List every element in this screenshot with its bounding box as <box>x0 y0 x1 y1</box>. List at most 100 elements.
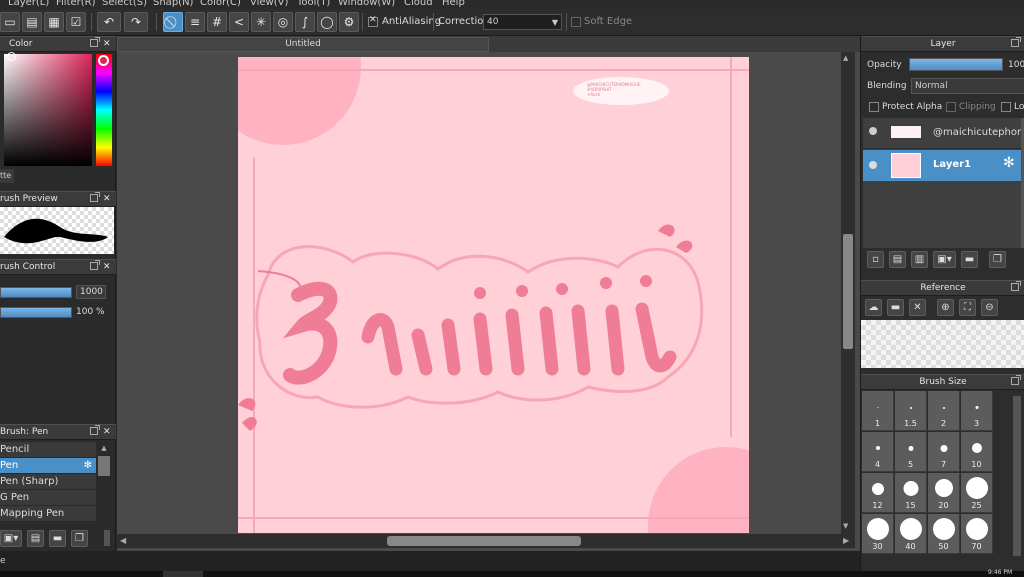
folder-icon[interactable]: ▬ <box>961 251 978 268</box>
menu-color[interactable]: Color(C) <box>200 0 241 8</box>
undo-icon[interactable]: ↶ <box>97 12 121 32</box>
checklist-icon[interactable]: ☑ <box>66 12 86 32</box>
grid-snap-icon[interactable]: # <box>207 12 227 32</box>
new-layer-icon[interactable]: ▫ <box>867 251 884 268</box>
parallel-snap-icon[interactable]: ≡ <box>185 12 205 32</box>
brush-size-value[interactable]: 1000 <box>76 285 106 299</box>
curve-snap-icon[interactable]: ∫ <box>295 12 315 32</box>
brush-item-g-pen[interactable]: G Pen <box>0 490 96 506</box>
layers-icon[interactable]: ▦ <box>44 12 64 32</box>
brush-item-pen-sharp[interactable]: Pen (Sharp) <box>0 474 96 490</box>
duplicate-icon[interactable]: ❐ <box>989 251 1006 268</box>
brush-list-scrollbar[interactable]: ▲ <box>97 442 111 524</box>
brush-size-cell[interactable]: 40 <box>895 514 927 554</box>
brush-item-mapping-pen[interactable]: Mapping Pen <box>0 506 96 522</box>
layer-opacity-slider[interactable] <box>909 58 1003 71</box>
ellipse-snap-icon[interactable]: ◯ <box>317 12 337 32</box>
new-layer-document-icon[interactable]: ▤ <box>889 251 906 268</box>
brush-size-slider[interactable] <box>0 287 72 298</box>
document-tab[interactable]: Untitled <box>117 37 489 52</box>
eye-icon[interactable] <box>869 161 877 169</box>
snap-settings-icon[interactable]: ⚙ <box>339 12 359 32</box>
blending-select[interactable]: Normal <box>911 78 1024 94</box>
scroll-right-icon[interactable]: ▶ <box>843 536 849 545</box>
brush-opacity-slider[interactable] <box>0 307 72 318</box>
gear-icon[interactable]: ✻ <box>84 458 92 473</box>
radial-snap-icon[interactable]: ✳ <box>251 12 271 32</box>
menu-cloud[interactable]: Cloud <box>404 0 433 8</box>
scroll-up-icon[interactable]: ▲ <box>98 444 110 454</box>
menu-view[interactable]: View(V) <box>250 0 288 8</box>
brush-size-cell[interactable]: 5 <box>895 432 927 472</box>
menu-layer[interactable]: Layer(L) <box>8 0 49 8</box>
brush-item-pencil[interactable]: Pencil <box>0 442 96 458</box>
document-icon[interactable]: ▤ <box>22 12 42 32</box>
scrollbar-thumb[interactable] <box>98 456 110 476</box>
menu-select[interactable]: Select(S) <box>102 0 147 8</box>
menu-help[interactable]: Help <box>442 0 465 8</box>
brush-size-cell[interactable]: 7 <box>928 432 960 472</box>
circle-snap-icon[interactable]: ◎ <box>273 12 293 32</box>
soft-edge-checkbox[interactable] <box>571 17 581 27</box>
resize-handle[interactable] <box>104 530 110 546</box>
menu-snap[interactable]: Snap(N) <box>153 0 193 8</box>
vertical-scrollbar[interactable]: ▲ ▼ <box>841 52 855 534</box>
scroll-up-icon[interactable]: ▲ <box>843 54 848 62</box>
horizontal-scrollbar-thumb[interactable] <box>387 536 581 546</box>
popout-icon[interactable] <box>1011 281 1021 291</box>
lock-checkbox[interactable] <box>1001 102 1011 112</box>
close-icon[interactable]: ✕ <box>103 37 111 51</box>
vanishing-snap-icon[interactable]: < <box>229 12 249 32</box>
brush-size-cell[interactable]: 4 <box>862 432 894 472</box>
popout-icon[interactable] <box>90 192 100 202</box>
new-layer-copy-icon[interactable]: ▥ <box>911 251 928 268</box>
open-folder-icon[interactable]: ▬ <box>887 299 904 316</box>
brush-size-cell[interactable]: 50 <box>928 514 960 554</box>
no-snap-icon[interactable]: ⃠ <box>163 12 183 32</box>
close-icon[interactable]: ✕ <box>103 192 111 206</box>
zoom-out-icon[interactable]: ⊖ <box>981 299 998 316</box>
eye-icon[interactable] <box>869 127 877 135</box>
popout-icon[interactable] <box>90 425 100 435</box>
brush-size-cell[interactable]: 2 <box>928 391 960 431</box>
brush-size-cell[interactable]: 12 <box>862 473 894 513</box>
brush-size-cell[interactable]: 70 <box>961 514 993 554</box>
scroll-left-icon[interactable]: ◀ <box>120 536 126 545</box>
brush-size-cell[interactable]: 25 <box>961 473 993 513</box>
popout-icon[interactable] <box>1011 37 1021 47</box>
brush-size-scrollbar[interactable] <box>1013 396 1021 556</box>
folder-icon[interactable]: ▬ <box>49 530 66 547</box>
taskbar-app-button[interactable] <box>163 571 203 577</box>
layer-row-selected[interactable]: Layer1 ✻ <box>863 150 1021 181</box>
brush-item-pen[interactable]: Pen ✻ <box>0 458 96 474</box>
popout-icon[interactable] <box>1011 375 1021 385</box>
brush-size-cell[interactable]: 1 <box>862 391 894 431</box>
horizontal-scrollbar[interactable]: ◀ ▶ <box>117 534 855 548</box>
drawing-canvas[interactable] <box>238 57 749 533</box>
vertical-scrollbar-thumb[interactable] <box>843 234 853 349</box>
brush-size-cell[interactable]: 30 <box>862 514 894 554</box>
palette-tab[interactable]: tte <box>0 169 14 183</box>
fit-screen-icon[interactable]: ⛶ <box>959 299 976 316</box>
redo-icon[interactable]: ↷ <box>124 12 148 32</box>
popout-icon[interactable] <box>90 260 100 270</box>
zoom-in-icon[interactable]: ⊕ <box>937 299 954 316</box>
scroll-down-icon[interactable]: ▼ <box>843 522 848 530</box>
close-icon[interactable]: ✕ <box>909 299 926 316</box>
antialias-checkbox[interactable] <box>368 15 378 27</box>
brush-size-cell[interactable]: 1.5 <box>895 391 927 431</box>
menu-filter[interactable]: Filter(R) <box>56 0 96 8</box>
duplicate-icon[interactable]: ❐ <box>71 530 88 547</box>
protect-alpha-checkbox[interactable] <box>869 102 879 112</box>
saturation-value-picker[interactable] <box>4 54 92 166</box>
correction-select[interactable]: 40 ▼ <box>483 14 562 30</box>
add-brush-icon[interactable]: ▣▾ <box>0 530 22 547</box>
add-layer-dropdown-icon[interactable]: ▣▾ <box>933 251 956 268</box>
brush-size-cell[interactable]: 15 <box>895 473 927 513</box>
brush-size-cell[interactable]: 20 <box>928 473 960 513</box>
close-icon[interactable]: ✕ <box>103 425 111 439</box>
color-picker-cursor[interactable] <box>7 52 16 61</box>
hue-slider[interactable] <box>96 54 112 166</box>
hue-cursor[interactable] <box>98 55 109 66</box>
cloud-upload-icon[interactable]: ☁ <box>865 299 882 316</box>
